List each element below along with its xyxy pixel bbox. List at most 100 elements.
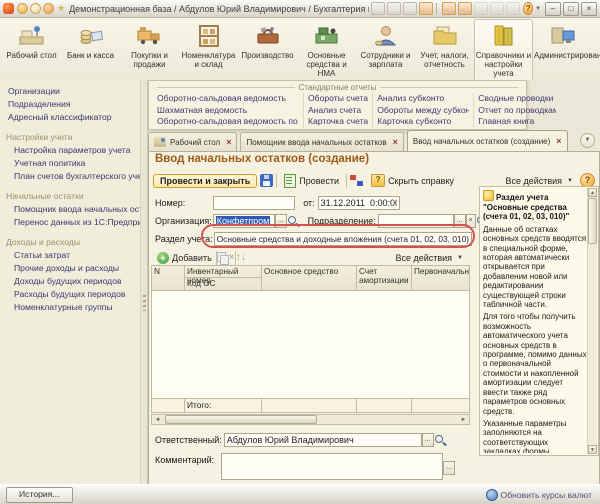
back-button[interactable]	[30, 3, 41, 14]
tab-balance-assistant[interactable]: Помощник ввода начальных остатков ×	[240, 132, 404, 151]
main-menu-button[interactable]	[17, 3, 28, 14]
comment-textarea[interactable]	[221, 453, 444, 480]
sidebar-item-accounting-policy[interactable]: Учетная политика	[0, 157, 140, 170]
scroll-down-icon[interactable]: ▼	[588, 445, 597, 454]
table-all-actions-button[interactable]: Все действия ▼	[391, 251, 467, 265]
comment-expand-button[interactable]: ...	[443, 461, 456, 475]
number-input[interactable]	[213, 196, 296, 210]
responsible-select-button[interactable]: ...	[421, 433, 434, 447]
table-footer: Итого:	[151, 398, 470, 413]
organization-select-button[interactable]: ...	[274, 214, 287, 228]
report-link[interactable]: Сводные проводки	[478, 93, 556, 105]
close-tab-icon[interactable]: ×	[556, 136, 561, 146]
posting-dtkt-icon[interactable]	[350, 174, 364, 187]
delete-row-icon[interactable]: ×	[229, 252, 235, 264]
sidebar-item-divisions[interactable]: Подразделения	[0, 98, 140, 111]
horizontal-scrollbar[interactable]: ◄ ►	[151, 414, 470, 425]
scrollbar-thumb[interactable]	[165, 415, 317, 424]
ribbon-tab-fixed-assets[interactable]: Основные средства и НМА	[297, 19, 356, 80]
favorites-icon[interactable]: ★	[57, 3, 65, 14]
link-go-icon[interactable]	[442, 2, 457, 15]
organization-search-icon[interactable]	[287, 215, 300, 228]
report-link[interactable]: Шахматная ведомость	[157, 105, 299, 117]
forward-button[interactable]	[43, 3, 54, 14]
scroll-up-icon[interactable]: ▲	[588, 188, 597, 197]
ribbon-tab-purchases-sales[interactable]: Покупки и продажи	[120, 19, 179, 80]
report-link[interactable]: Обороты счета	[308, 93, 368, 105]
history-button[interactable]: История...	[6, 486, 73, 503]
ribbon-tab-references-settings[interactable]: Справочники и настройки учета	[474, 19, 533, 80]
copy-row-icon[interactable]	[216, 252, 229, 265]
sidebar-item-data-transfer[interactable]: Перенос данных из 1С:Предприяти...	[0, 216, 140, 229]
report-link[interactable]: Анализ счета	[308, 105, 368, 117]
calendar-icon[interactable]	[371, 2, 386, 15]
sidebar-item-address-classifier[interactable]: Адресный классификатор	[0, 111, 140, 124]
sidebar-item-item-groups[interactable]: Номенклатурные группы	[0, 301, 140, 314]
responsible-search-icon[interactable]	[434, 434, 447, 447]
maximize-button[interactable]: □	[563, 1, 580, 16]
organization-field[interactable]: Конфетпром	[212, 214, 275, 228]
sidebar-splitter[interactable]	[140, 80, 148, 485]
help-vertical-scrollbar[interactable]: ▲ ▼	[587, 188, 597, 454]
division-select-button[interactable]: ...	[453, 214, 466, 228]
report-link[interactable]: Отчет по проводкам	[478, 105, 556, 117]
scroll-left-icon[interactable]: ◄	[152, 417, 163, 423]
ribbon-tab-administration[interactable]: Администрирование	[533, 19, 600, 80]
close-tab-icon[interactable]: ×	[393, 137, 398, 147]
table-body-empty[interactable]	[151, 291, 470, 399]
report-link[interactable]: Оборотно-сальдовая ведомость по счету	[157, 116, 299, 128]
tool-icon-2[interactable]	[490, 2, 505, 15]
move-down-icon[interactable]: ↓	[241, 252, 246, 264]
sidebar-item-chart-of-accounts[interactable]: План счетов бухгалтерского учета	[0, 170, 140, 183]
help-dropdown-icon[interactable]: ▼	[535, 6, 541, 12]
hide-help-button[interactable]: ? Скрыть справку	[367, 172, 458, 189]
report-link[interactable]: Обороты между субконто	[377, 105, 469, 117]
ribbon-tab-employees-payroll[interactable]: Сотрудники и зарплата	[356, 19, 415, 80]
sidebar-item-deferred-expenses[interactable]: Расходы будущих периодов	[0, 288, 140, 301]
sidebar-item-deferred-income[interactable]: Доходы будущих периодов	[0, 275, 140, 288]
sidebar-item-accounting-parameters[interactable]: Настройка параметров учета	[0, 144, 140, 157]
tab-list-button[interactable]: ▼	[580, 133, 595, 148]
tool-icon-3[interactable]	[506, 2, 521, 15]
sidebar-item-other-income-expenses[interactable]: Прочие доходы и расходы	[0, 262, 140, 275]
ribbon-tab-production[interactable]: Производство	[238, 19, 297, 80]
report-link[interactable]: Оборотно-сальдовая ведомость	[157, 93, 299, 105]
help-title: Раздел учета "Основные средства (счета 0…	[483, 190, 587, 222]
sidebar-item-cost-items[interactable]: Статьи затрат	[0, 249, 140, 262]
responsible-field[interactable]: Абдулов Юрий Владимирович	[223, 433, 422, 447]
date-input[interactable]	[317, 196, 400, 210]
ribbon-tab-bank-cash[interactable]: Банк и касса	[61, 19, 120, 80]
file-icon[interactable]	[403, 2, 418, 15]
division-clear-button[interactable]: ×	[465, 214, 476, 228]
calculator-icon[interactable]	[387, 2, 402, 15]
tab-opening-balances-new[interactable]: Ввод начальных остатков (создание) ×	[406, 130, 568, 151]
ribbon-tab-accounting-taxes[interactable]: Учет, налоги, отчетность	[415, 19, 474, 80]
report-link[interactable]: Карточка субконто	[377, 116, 469, 128]
sidebar-item-organizations[interactable]: Организации	[0, 85, 140, 98]
computer-icon	[549, 23, 577, 49]
add-row-button[interactable]: + Добавить	[153, 250, 216, 266]
minimize-button[interactable]: –	[545, 1, 562, 16]
update-currency-rates-button[interactable]: Обновить курсы валют	[485, 488, 592, 501]
accounting-section-field[interactable]: Основные средства и доходные вложения (с…	[213, 232, 472, 246]
report-link[interactable]: Главная книга	[478, 116, 556, 128]
info-panel-icon[interactable]	[458, 2, 473, 15]
tool-icon-1[interactable]	[474, 2, 489, 15]
scroll-right-icon[interactable]: ►	[458, 417, 469, 423]
report-link[interactable]: Карточка счета	[308, 116, 368, 128]
division-input[interactable]	[377, 214, 454, 228]
help-scrollbar-thumb[interactable]	[588, 198, 597, 244]
link-add-icon[interactable]	[419, 2, 434, 15]
close-tab-icon[interactable]: ×	[226, 137, 231, 147]
tab-desktop[interactable]: Рабочий стол ×	[148, 132, 238, 151]
report-link[interactable]: Анализ субконто	[377, 93, 469, 105]
ribbon-tab-inventory-warehouse[interactable]: Номенклатура и склад	[179, 19, 238, 80]
sidebar-item-balance-assistant[interactable]: Помощник ввода начальных остатк...	[0, 203, 140, 216]
ribbon-tab-desktop[interactable]: Рабочий стол	[2, 19, 61, 80]
save-icon[interactable]	[260, 174, 274, 187]
plus-icon: +	[157, 252, 169, 264]
post-and-close-button[interactable]: Провести и закрыть	[153, 173, 258, 188]
close-button[interactable]: ×	[581, 1, 598, 16]
post-button[interactable]: Провести	[280, 172, 343, 190]
help-icon[interactable]: ?	[523, 2, 534, 15]
